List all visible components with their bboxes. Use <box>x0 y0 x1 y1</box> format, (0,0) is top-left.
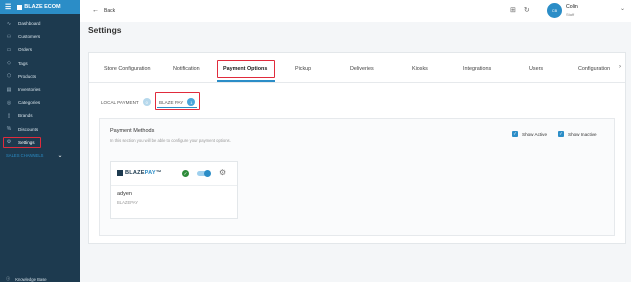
checkbox-label: Show Inactive <box>568 131 597 137</box>
checkmark-icon: ✓ <box>558 131 564 137</box>
sidebar-nav: ∿ Dashboard ⚇ Customers ▭ Orders ◇ Tags ⬡ Pro… <box>0 17 80 162</box>
orders-icon: ▭ <box>6 46 12 53</box>
sidebar-item-label: Brands <box>18 113 33 119</box>
brands-icon: ▯ <box>7 112 11 119</box>
discount-icon: % <box>6 126 12 133</box>
sidebar-item-inventories[interactable]: ▤ Inventories <box>0 83 80 96</box>
refresh-icon[interactable]: ↻ <box>524 6 530 14</box>
gear-icon[interactable]: ⚙ <box>219 168 226 177</box>
tab-kiosks[interactable]: Kiosks <box>412 66 428 72</box>
page-title: Settings <box>88 25 122 35</box>
sidebar-item-products[interactable]: ⬡ Products <box>0 70 80 83</box>
sidebar-item-label: Orders <box>18 47 33 53</box>
sidebar-item-label: Dashboard <box>18 21 41 27</box>
sidebar-item-orders[interactable]: ▭ Orders <box>0 43 80 56</box>
subtab-label: LOCAL PAYMENT <box>101 99 139 105</box>
sidebar-item-categories[interactable]: ◎ Categories <box>0 96 80 109</box>
chevron-down-icon[interactable]: ⌄ <box>620 5 625 12</box>
checkmark-icon: ✓ <box>512 131 518 137</box>
sidebar-item-label: Categories <box>18 100 41 106</box>
tab-integrations[interactable]: Integrations <box>463 66 491 72</box>
subtab-label: BLAZE PAY <box>159 99 184 105</box>
subtab-blaze-pay[interactable]: BLAZE PAY 1 <box>159 98 196 106</box>
top-icons: ⊞ ↻ <box>510 6 530 14</box>
tag-icon: ◇ <box>7 60 11 67</box>
tab-configuration[interactable]: Configuration <box>578 66 610 72</box>
categories-icon: ◎ <box>6 99 12 106</box>
sidebar-item-label: Products <box>18 73 37 79</box>
show-active-checkbox[interactable]: ✓ Show Active <box>512 131 547 137</box>
tab-store-configuration[interactable]: Store Configuration <box>104 66 150 72</box>
settings-card: Store Configuration Notification Payment… <box>88 52 626 244</box>
settings-tabs: Store Configuration Notification Payment… <box>89 53 625 83</box>
show-inactive-checkbox[interactable]: ✓ Show Inactive <box>558 131 597 137</box>
count-badge: 1 <box>187 98 196 106</box>
payment-name: adyen <box>117 191 132 197</box>
count-badge: 0 <box>142 98 151 106</box>
subtab-local-payment[interactable]: LOCAL PAYMENT 0 <box>101 98 151 106</box>
help-icon: ⓘ <box>6 276 11 281</box>
section-description: In this section you will be able to conf… <box>110 138 231 143</box>
sidebar-item-dashboard[interactable]: ∿ Dashboard <box>0 17 80 30</box>
highlight-box <box>3 136 41 148</box>
tab-payment-options[interactable]: Payment Options <box>223 66 267 72</box>
sidebar-item-label: Customers <box>18 34 41 40</box>
gift-icon[interactable]: ⊞ <box>510 6 516 14</box>
active-subtab-indicator <box>157 107 197 108</box>
arrow-left-icon: ← <box>92 7 99 14</box>
payment-provider: BLAZEPAY <box>117 200 139 205</box>
sidebar-item-settings[interactable]: ⚙ Settings <box>0 136 80 149</box>
chevron-down-icon: ⌄ <box>57 152 63 159</box>
tab-users[interactable]: Users <box>529 66 543 72</box>
checkbox-label: Show Active <box>522 131 548 137</box>
sales-channels-toggle[interactable]: SALES CHANNELS ⌄ <box>0 149 80 162</box>
user-role: Staff <box>566 12 575 17</box>
tab-pickup[interactable]: Pickup <box>295 66 311 72</box>
sidebar-item-tags[interactable]: ◇ Tags <box>0 57 80 70</box>
sidebar-item-label: Inventories <box>18 87 41 93</box>
logo-text: PAY <box>144 170 156 176</box>
payment-card-header: BLAZE PAY ™ ✓ ⚙ <box>111 162 237 186</box>
tab-notification[interactable]: Notification <box>173 66 200 72</box>
users-icon: ⚇ <box>6 33 12 40</box>
avatar[interactable]: CB <box>547 3 562 18</box>
logo-text: BLAZE <box>125 170 145 176</box>
box-icon: ⬡ <box>6 73 12 80</box>
section-title: Payment Methods <box>110 128 155 134</box>
sidebar-item-customers[interactable]: ⚇ Customers <box>0 30 80 43</box>
brand-name: BLAZE ECOM <box>24 4 61 10</box>
knowledge-base-link[interactable]: ⓘ Knowledge Base <box>6 276 47 282</box>
payment-methods-panel: Payment Methods In this section you will… <box>99 118 615 236</box>
chevron-right-icon[interactable]: › <box>619 64 621 70</box>
active-tab-indicator <box>217 80 275 82</box>
back-button[interactable]: ← Back <box>92 7 115 14</box>
sidebar-item-discounts[interactable]: % Discounts <box>0 123 80 136</box>
sidebar: ☰ BLAZE ECOM ∿ Dashboard ⚇ Customers ▭ Orde… <box>0 0 80 282</box>
sidebar-item-label: Tags <box>18 60 28 66</box>
user-name[interactable]: Colin <box>566 4 578 10</box>
enabled-toggle[interactable] <box>197 169 211 177</box>
tab-deliveries[interactable]: Deliveries <box>350 66 374 72</box>
logo-icon <box>117 170 123 176</box>
payment-method-card: BLAZE PAY ™ ✓ ⚙ adyen BLAZEPAY <box>110 161 238 219</box>
menu-icon[interactable]: ☰ <box>5 3 11 11</box>
sidebar-item-brands[interactable]: ▯ Brands <box>0 109 80 122</box>
check-circle-icon: ✓ <box>182 170 189 177</box>
back-label: Back <box>104 7 116 14</box>
brand-bar: ☰ BLAZE ECOM <box>0 0 80 14</box>
sidebar-item-label: Discounts <box>18 126 39 132</box>
inventory-icon: ▤ <box>6 86 12 93</box>
sales-channels-label: SALES CHANNELS <box>6 152 44 158</box>
pulse-icon: ∿ <box>6 20 12 27</box>
topbar: ← Back ⊞ ↻ CB Colin Staff ⌄ <box>80 0 631 22</box>
knowledge-base-label: Knowledge Base <box>15 276 47 282</box>
trademark: ™ <box>155 170 162 176</box>
toggle-knob <box>204 169 211 177</box>
logo-icon <box>17 4 23 10</box>
blazepay-logo: BLAZE PAY ™ <box>117 170 162 176</box>
